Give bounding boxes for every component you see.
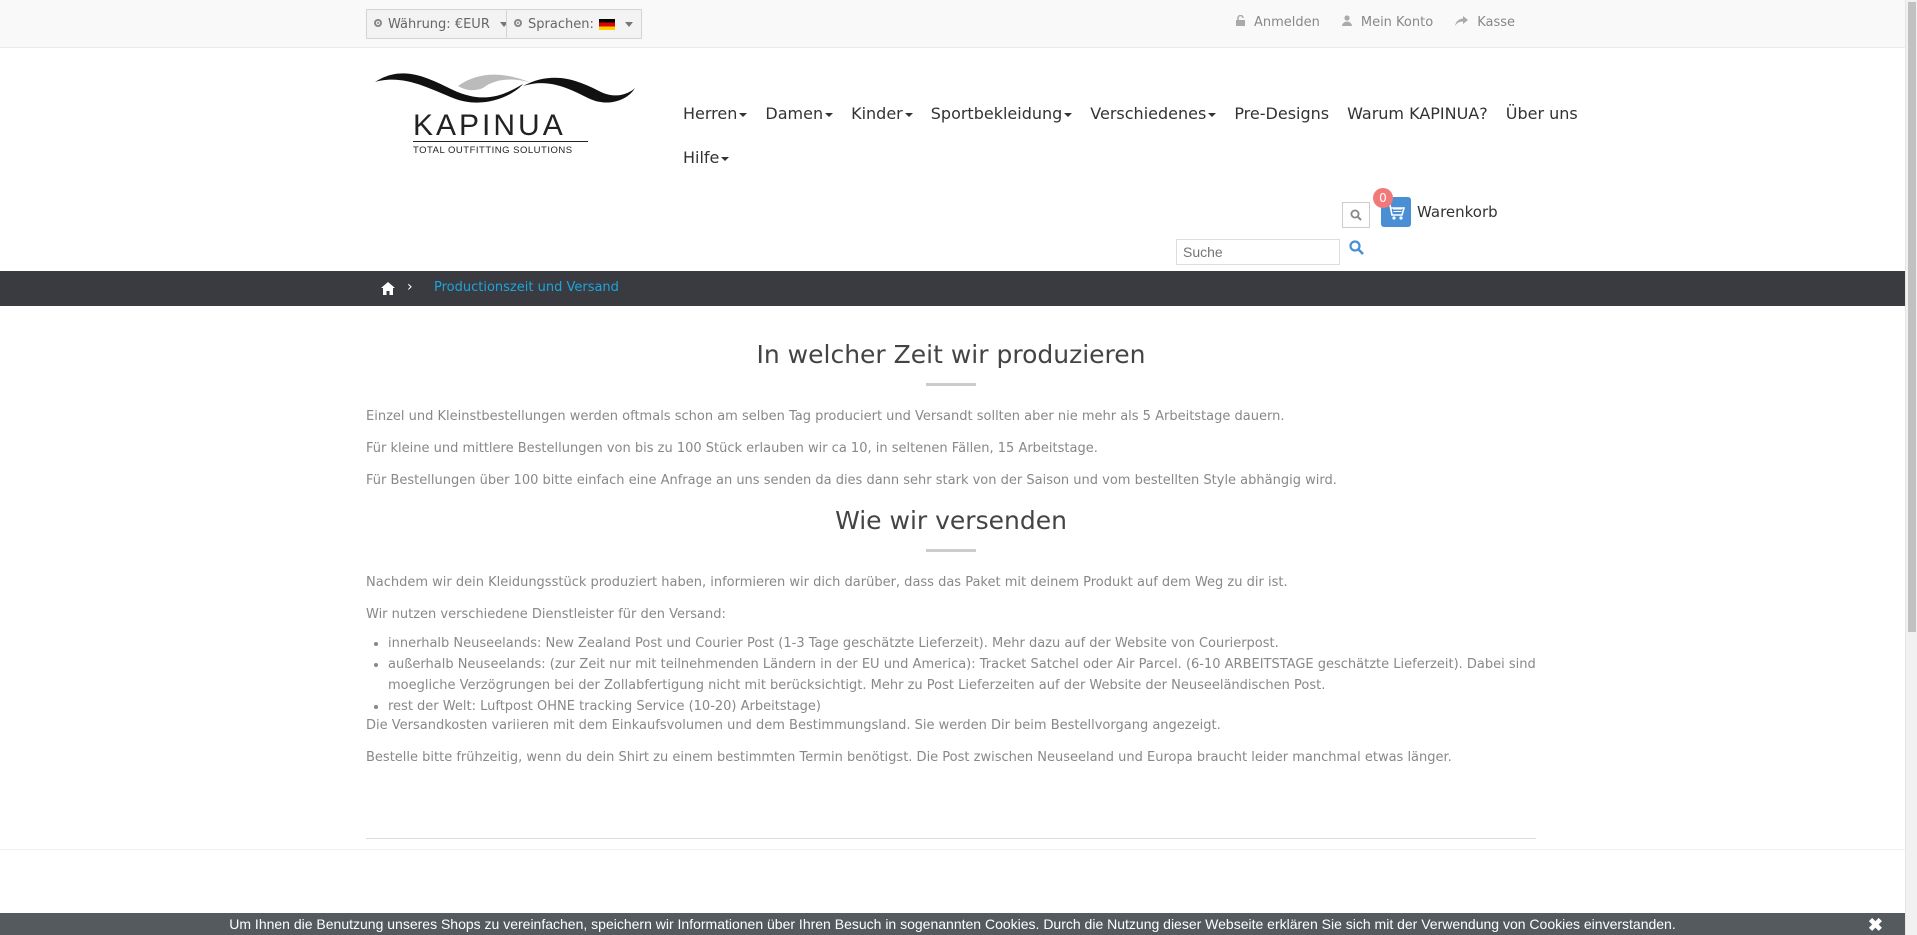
nav-item-warum-kapinua[interactable]: Warum KAPINUA? <box>1347 104 1488 123</box>
nav-row-1: Herren Damen Kinder Sportbekleidung Vers… <box>683 98 1578 128</box>
section-heading-production: In welcher Zeit wir produzieren <box>756 340 1146 369</box>
gear-icon <box>513 17 523 32</box>
breadcrumb-current[interactable]: Productionszeit und Versand <box>434 280 619 295</box>
gear-icon <box>373 17 383 32</box>
nav-item-ueber-uns[interactable]: Über uns <box>1506 104 1578 123</box>
cart-button[interactable]: 0 Warenkorb <box>1373 188 1498 227</box>
heading-divider <box>926 549 976 552</box>
site-logo[interactable]: KAPINUA TOTAL OUTFITTING SOLUTIONS <box>373 70 638 165</box>
nav-item-sportbekleidung[interactable]: Sportbekleidung <box>931 104 1073 123</box>
paragraph: Für Bestellungen über 100 bitte einfach … <box>366 473 1337 488</box>
breadcrumb: › Productionszeit und Versand <box>0 271 1905 306</box>
language-dropdown[interactable]: Sprachen: <box>506 9 642 39</box>
paragraph: Wir nutzen verschiedene Dienstleister fü… <box>366 607 726 622</box>
list-item: innerhalb Neuseelands: New Zealand Post … <box>388 633 1536 654</box>
search-submit-icon[interactable] <box>1349 240 1364 259</box>
paragraph: Die Versandkosten variieren mit dem Eink… <box>366 718 1221 733</box>
nav-item-herren[interactable]: Herren <box>683 103 748 123</box>
chevron-down-icon <box>624 21 633 27</box>
nav-label: Pre-Designs <box>1234 103 1330 123</box>
user-icon <box>1341 15 1352 30</box>
shipping-list: innerhalb Neuseelands: New Zealand Post … <box>366 633 1536 717</box>
main-nav: Herren Damen Kinder Sportbekleidung Vers… <box>683 98 1578 186</box>
language-label: Sprachen: <box>528 16 594 32</box>
caret-down-icon <box>1064 112 1073 117</box>
main-content: In welcher Zeit wir produzieren Einzel u… <box>366 340 1536 781</box>
nav-label: Sportbekleidung <box>930 103 1063 123</box>
nav-label: Über uns <box>1505 103 1578 123</box>
nav-item-pre-designs[interactable]: Pre-Designs <box>1234 104 1329 123</box>
account-links: Anmelden Mein Konto Kasse <box>1235 14 1515 30</box>
section-heading-shipping: Wie wir versenden <box>835 506 1067 535</box>
share-icon <box>1455 15 1469 30</box>
paragraph: Nachdem wir dein Kleidungsstück produzie… <box>366 575 1288 590</box>
nav-item-damen[interactable]: Damen <box>765 103 834 123</box>
login-label: Anmelden <box>1253 15 1320 30</box>
nav-item-verschiedenes[interactable]: Verschiedenes <box>1090 103 1217 123</box>
cart-count-badge: 0 <box>1373 188 1393 208</box>
checkout-label: Kasse <box>1477 15 1515 30</box>
cookie-banner: Um Ihnen die Benutzung unseres Shops zu … <box>0 913 1905 935</box>
footer-divider <box>366 838 1536 839</box>
search-icon <box>1350 206 1362 225</box>
lock-icon <box>1235 14 1245 30</box>
my-account-link[interactable]: Mein Konto <box>1341 15 1434 30</box>
search-input[interactable] <box>1176 239 1340 265</box>
nav-label: Verschiedenes <box>1090 103 1207 123</box>
cart-icon: 0 <box>1373 188 1411 227</box>
logo-wordmark: KAPINUA <box>413 109 566 142</box>
paragraph: Für kleine und mittlere Bestellungen von… <box>366 441 1098 456</box>
cookie-text: Um Ihnen die Benutzung unseres Shops zu … <box>229 916 1676 932</box>
caret-down-icon <box>739 112 748 117</box>
footer-top-border <box>0 849 1905 850</box>
list-item: rest der Welt: Luftpost OHNE tracking Se… <box>388 696 1536 717</box>
logo-tagline: TOTAL OUTFITTING SOLUTIONS <box>413 145 573 156</box>
checkout-link[interactable]: Kasse <box>1455 15 1515 30</box>
german-flag-icon <box>598 18 615 30</box>
nav-item-kinder[interactable]: Kinder <box>851 104 913 123</box>
nav-item-hilfe[interactable]: Hilfe <box>683 147 730 167</box>
currency-dropdown[interactable]: Währung: €EUR <box>366 9 517 39</box>
caret-down-icon <box>825 112 834 117</box>
paragraph: Einzel und Kleinstbestellungen werden of… <box>366 409 1285 424</box>
login-link[interactable]: Anmelden <box>1235 14 1320 30</box>
page-scrollbar[interactable] <box>1905 0 1917 935</box>
my-account-label: Mein Konto <box>1360 15 1434 30</box>
nav-label: Hilfe <box>683 147 720 167</box>
currency-label: Währung: €EUR <box>388 16 490 32</box>
caret-down-icon <box>904 112 913 117</box>
caret-down-icon <box>1208 112 1217 117</box>
nav-label: Herren <box>683 103 738 123</box>
nav-label: Damen <box>765 103 824 123</box>
heading-divider <box>926 383 976 386</box>
home-icon[interactable] <box>381 280 395 299</box>
caret-down-icon <box>721 156 730 161</box>
cart-label: Warenkorb <box>1417 203 1498 221</box>
paragraph: Bestelle bitte frühzeitig, wenn du dein … <box>366 750 1452 765</box>
search-toggle-button[interactable] <box>1342 202 1370 228</box>
breadcrumb-separator-icon: › <box>407 279 413 295</box>
close-icon[interactable]: ✖ <box>1868 914 1883 935</box>
top-bar: Währung: €EUR Sprachen: Anmelden Mein Ko… <box>0 0 1905 48</box>
list-item: außerhalb Neuseelands: (zur Zeit nur mit… <box>388 654 1536 696</box>
nav-label: Warum KAPINUA? <box>1347 103 1488 123</box>
scrollbar-thumb[interactable] <box>1908 2 1916 632</box>
nav-row-2: Hilfe <box>683 142 1543 172</box>
nav-label: Kinder <box>851 103 903 123</box>
